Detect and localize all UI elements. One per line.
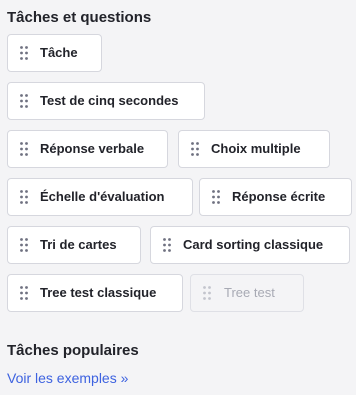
task-chip-label: Échelle d'évaluation <box>40 189 165 204</box>
task-chip-card-sort[interactable]: Tri de cartes <box>7 226 141 264</box>
task-chip-label: Tree test <box>224 285 275 300</box>
drag-handle-icon[interactable] <box>20 46 28 60</box>
drag-handle-icon[interactable] <box>20 286 28 300</box>
drag-handle-icon[interactable] <box>20 190 28 204</box>
task-chip-label: Card sorting classique <box>183 237 324 252</box>
popular-section-title: Tâches populaires <box>7 342 139 359</box>
task-chip-verbal-response[interactable]: Réponse verbale <box>7 130 168 168</box>
task-chip-multiple-choice[interactable]: Choix multiple <box>178 130 330 168</box>
drag-handle-icon[interactable] <box>163 238 171 252</box>
drag-handle-icon[interactable] <box>191 142 199 156</box>
drag-handle-icon[interactable] <box>20 142 28 156</box>
task-chip-label: Tâche <box>40 45 78 60</box>
task-library-panel: Tâches et questions Tâche Test de cinq s… <box>0 0 356 395</box>
task-chip-rating-scale[interactable]: Échelle d'évaluation <box>7 178 193 216</box>
task-chip-five-second-test[interactable]: Test de cinq secondes <box>7 82 205 120</box>
task-chip-tache[interactable]: Tâche <box>7 34 102 72</box>
drag-handle-icon[interactable] <box>212 190 220 204</box>
drag-handle-icon[interactable] <box>20 238 28 252</box>
task-chip-written-response[interactable]: Réponse écrite <box>199 178 352 216</box>
task-chip-label: Tree test classique <box>40 285 157 300</box>
task-chip-tree-test-disabled: Tree test <box>190 274 304 312</box>
task-chip-label: Réponse verbale <box>40 141 145 156</box>
task-chip-classic-card-sorting[interactable]: Card sorting classique <box>150 226 350 264</box>
drag-handle-icon <box>203 286 211 300</box>
task-chip-label: Test de cinq secondes <box>40 93 179 108</box>
task-chip-label: Tri de cartes <box>40 237 117 252</box>
drag-handle-icon[interactable] <box>20 94 28 108</box>
tasks-section-title: Tâches et questions <box>7 9 152 26</box>
task-chip-classic-tree-test[interactable]: Tree test classique <box>7 274 183 312</box>
task-chip-label: Choix multiple <box>211 141 301 156</box>
task-chip-label: Réponse écrite <box>232 189 326 204</box>
view-examples-link[interactable]: Voir les exemples » <box>7 370 128 387</box>
